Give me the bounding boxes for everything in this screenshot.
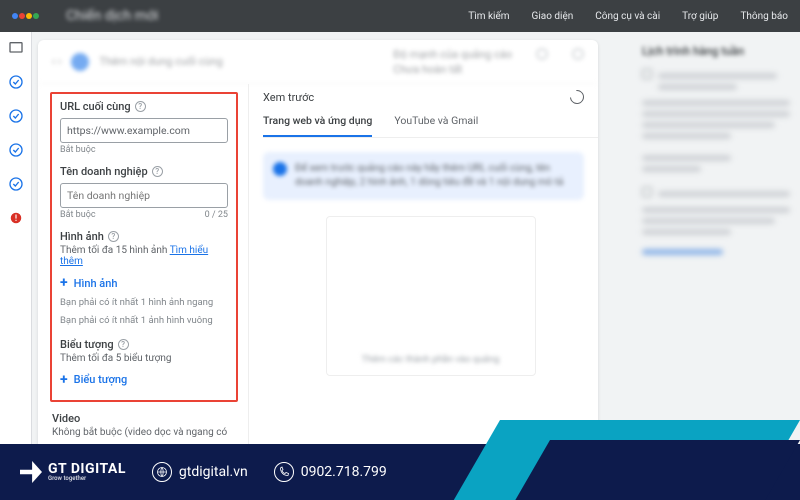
card-stepper: ‹ › Thêm nội dung cuối cùng Độ mạnh của … bbox=[38, 40, 598, 84]
brand-logo: GT DIGITAL Grow together bbox=[20, 461, 126, 483]
rightside-block bbox=[642, 186, 790, 235]
overview-icon[interactable] bbox=[8, 40, 24, 56]
help-icon[interactable]: ? bbox=[152, 166, 163, 177]
promo-footer: GT DIGITAL Grow together gtdigital.vn 09… bbox=[0, 444, 800, 500]
help-icon[interactable]: ? bbox=[135, 101, 146, 112]
menu-search[interactable]: Tìm kiếm bbox=[468, 11, 509, 22]
menu-notif[interactable]: Thông báo bbox=[740, 11, 788, 22]
globe-icon bbox=[152, 462, 172, 482]
final-url-field: URL cuối cùng ? Bắt buộc bbox=[60, 100, 228, 155]
app-topbar: Chiến dịch mới Tìm kiếm Giao diện Công c… bbox=[0, 0, 800, 32]
char-counter: 0 / 25 bbox=[205, 210, 228, 220]
logos-label: Biểu tượng bbox=[60, 338, 114, 351]
ad-preview-caption: Thêm các thành phần vào quảng bbox=[362, 354, 500, 365]
images-hint: Thêm tối đa 15 hình ảnh bbox=[60, 245, 170, 256]
strength-sub: Chưa hoàn tất bbox=[393, 63, 512, 76]
strength-label: Độ mạnh của quảng cáo bbox=[393, 48, 512, 61]
rightside-title: Lịch trình hàng tuần bbox=[642, 44, 790, 58]
step-check-icon[interactable] bbox=[8, 74, 24, 90]
preview-title: Xem trước bbox=[263, 91, 314, 104]
image-req-1: Bạn phải có ít nhất 1 hình ảnh ngang bbox=[60, 296, 228, 309]
step-check-icon-3[interactable] bbox=[8, 142, 24, 158]
add-image-label: Hình ảnh bbox=[74, 277, 118, 290]
plus-icon: + bbox=[60, 275, 68, 291]
logos-hint: Thêm tối đa 5 biểu tượng bbox=[60, 353, 228, 364]
menu-help[interactable]: Trợ giúp bbox=[682, 11, 718, 22]
video-label: Video bbox=[52, 412, 80, 425]
google-ads-logo bbox=[12, 8, 46, 24]
preview-info-banner: Để xem trước quảng cáo này hãy thêm URL … bbox=[263, 152, 584, 200]
preview-pane: Xem trước Trang web và ứng dụng YouTube … bbox=[248, 84, 598, 444]
plus-icon: + bbox=[60, 372, 68, 388]
add-logo-button[interactable]: + Biểu tượng bbox=[60, 372, 228, 388]
image-req-2: Bạn phải có ít nhất 1 ảnh hình vuông bbox=[60, 314, 228, 327]
final-url-input[interactable] bbox=[60, 118, 228, 143]
menu-ui[interactable]: Giao diện bbox=[532, 11, 574, 22]
rightside-block bbox=[642, 249, 790, 255]
help-icon[interactable]: ? bbox=[108, 231, 119, 242]
stepper-current: Thêm nội dung cuối cùng bbox=[99, 55, 222, 68]
campaign-card: ‹ › Thêm nội dung cuối cùng Độ mạnh của … bbox=[38, 40, 598, 444]
phone-text: 0902.718.799 bbox=[301, 464, 387, 480]
add-image-button[interactable]: + Hình ảnh bbox=[60, 275, 228, 291]
tab-web-apps[interactable]: Trang web và ứng dụng bbox=[263, 114, 372, 137]
video-hint: Không bắt buộc (video dọc và ngang có bbox=[52, 427, 238, 438]
business-name-input[interactable] bbox=[60, 183, 228, 208]
asset-form: URL cuối cùng ? Bắt buộc Tên doanh nghiệ… bbox=[38, 84, 248, 444]
images-field: Hình ảnh ? Thêm tối đa 15 hình ảnh Tìm h… bbox=[60, 230, 228, 328]
step-check-icon-4[interactable] bbox=[8, 176, 24, 192]
brand-name: GT DIGITAL bbox=[48, 462, 126, 476]
add-logo-label: Biểu tượng bbox=[74, 373, 128, 386]
business-name-label: Tên doanh nghiệp bbox=[60, 165, 148, 178]
video-field: Video Không bắt buộc (video dọc và ngang… bbox=[50, 402, 238, 438]
final-url-label: URL cuối cùng bbox=[60, 100, 131, 113]
page-title: Chiến dịch mới bbox=[66, 8, 158, 24]
brand-tagline: Grow together bbox=[48, 476, 126, 482]
preview-tabs: Trang web và ứng dụng YouTube và Gmail bbox=[263, 114, 598, 138]
arrow-logo-icon bbox=[20, 461, 42, 483]
preview-info-text: Để xem trước quảng cáo này hãy thêm URL … bbox=[295, 162, 574, 190]
ad-preview-placeholder: Thêm các thành phần vào quảng bbox=[326, 216, 536, 376]
phone-link[interactable]: 0902.718.799 bbox=[274, 462, 387, 482]
business-name-field: Tên doanh nghiệp ? Bắt buộc 0 / 25 bbox=[60, 165, 228, 220]
right-sidebar: Lịch trình hàng tuần bbox=[632, 32, 800, 444]
logos-field: Biểu tượng ? Thêm tối đa 5 biểu tượng + … bbox=[60, 338, 228, 388]
images-label: Hình ảnh bbox=[60, 230, 104, 243]
step-error-icon[interactable] bbox=[8, 210, 24, 226]
tab-youtube-gmail[interactable]: YouTube và Gmail bbox=[394, 114, 478, 137]
info-icon bbox=[273, 162, 287, 176]
rightside-block bbox=[642, 68, 790, 172]
left-nav-rail bbox=[0, 32, 32, 444]
main-area: ‹ › Thêm nội dung cuối cùng Độ mạnh của … bbox=[32, 32, 632, 444]
phone-icon bbox=[274, 462, 294, 482]
highlighted-fields-box: URL cuối cùng ? Bắt buộc Tên doanh nghiệ… bbox=[50, 92, 238, 402]
refresh-icon[interactable] bbox=[567, 87, 587, 107]
required-hint: Bắt buộc bbox=[60, 210, 96, 220]
website-text: gtdigital.vn bbox=[179, 464, 248, 480]
menu-tools[interactable]: Công cụ và cài bbox=[595, 11, 660, 22]
step-check-icon-2[interactable] bbox=[8, 108, 24, 124]
help-icon[interactable]: ? bbox=[118, 339, 129, 350]
topbar-menu: Tìm kiếm Giao diện Công cụ và cài Trợ gi… bbox=[468, 11, 788, 22]
required-hint: Bắt buộc bbox=[60, 145, 96, 155]
website-link[interactable]: gtdigital.vn bbox=[152, 462, 248, 482]
